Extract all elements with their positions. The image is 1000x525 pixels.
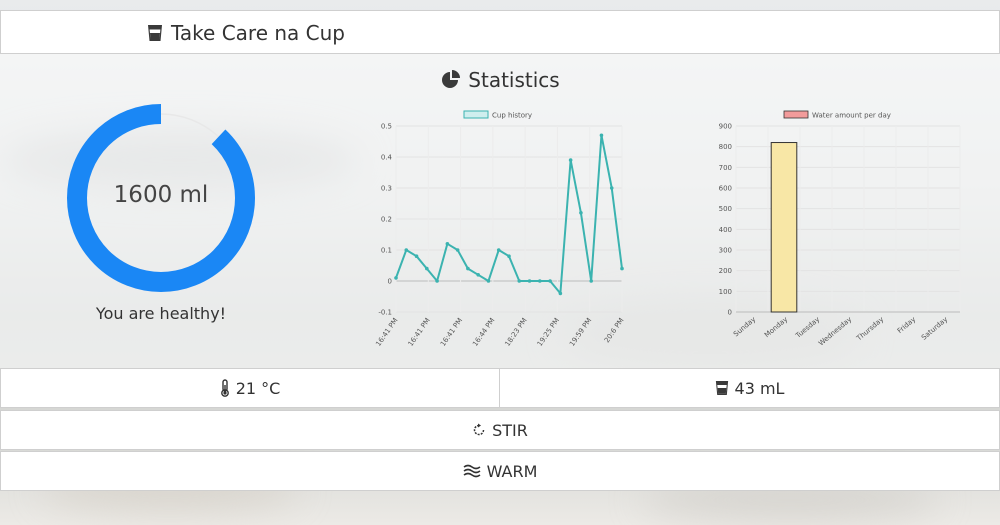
x-tick-label: 19:59 PM bbox=[568, 317, 593, 348]
stir-button[interactable]: STIR bbox=[0, 410, 1000, 450]
data-point bbox=[517, 279, 522, 283]
rotate-icon bbox=[473, 423, 485, 436]
y-tick-label: 0 bbox=[388, 278, 392, 286]
data-point bbox=[435, 279, 439, 283]
data-point bbox=[507, 254, 511, 258]
warm-button[interactable]: WARM bbox=[0, 451, 1000, 491]
cup-icon bbox=[148, 25, 162, 41]
series-line bbox=[395, 134, 623, 295]
y-tick-label: 300 bbox=[719, 247, 732, 255]
y-tick-label: 900 bbox=[719, 123, 732, 131]
health-status-text: You are healthy! bbox=[95, 304, 227, 323]
app-header: Take Care na Cup bbox=[0, 10, 1000, 54]
data-point bbox=[414, 254, 419, 258]
data-point bbox=[455, 248, 460, 252]
data-point bbox=[599, 133, 604, 138]
y-tick-label: 0.4 bbox=[381, 154, 393, 162]
x-tick-label: 20:6 PM bbox=[603, 317, 626, 345]
data-point bbox=[527, 279, 532, 283]
y-tick-label: 700 bbox=[719, 164, 732, 172]
y-tick-label: -0.1 bbox=[378, 309, 392, 317]
data-point bbox=[496, 248, 501, 252]
y-tick-label: 100 bbox=[719, 288, 732, 296]
legend-swatch bbox=[783, 110, 809, 119]
y-tick-label: 400 bbox=[719, 226, 732, 234]
x-tick-label: Wednesday bbox=[817, 315, 853, 347]
volume-value: 43 mL bbox=[734, 378, 785, 398]
y-tick-label: 800 bbox=[719, 143, 732, 151]
volume-readout: 43 mL bbox=[499, 368, 1000, 408]
thermometer-icon bbox=[220, 379, 229, 397]
waves-icon bbox=[463, 464, 481, 478]
bar bbox=[770, 142, 798, 313]
data-point bbox=[394, 276, 398, 280]
x-tick-label: Monday bbox=[763, 315, 789, 339]
app-title: Take Care na Cup bbox=[171, 21, 345, 45]
y-tick-label: 200 bbox=[719, 267, 732, 275]
data-point bbox=[568, 158, 573, 162]
x-tick-label: Thursday bbox=[854, 315, 885, 343]
data-point bbox=[445, 242, 450, 246]
x-tick-label: 16:41 PM bbox=[439, 317, 464, 348]
data-point bbox=[425, 266, 429, 271]
data-point bbox=[404, 248, 409, 252]
statistics-panel: Statistics 1600 ml You are healthy! Cup … bbox=[0, 54, 1000, 368]
data-point bbox=[538, 279, 542, 283]
data-point bbox=[558, 291, 563, 296]
y-tick-label: 0.3 bbox=[381, 185, 392, 193]
statistics-title: Statistics bbox=[468, 68, 560, 92]
y-tick-label: 0 bbox=[728, 309, 732, 317]
temperature-value: 21 °C bbox=[235, 378, 281, 398]
warm-label: WARM bbox=[486, 461, 538, 481]
cup-history-chart: Cup history0.50.40.30.20.10-0.116:41 PM 1… bbox=[374, 110, 626, 348]
y-tick-label: 0.5 bbox=[381, 123, 392, 131]
data-point bbox=[548, 279, 552, 283]
y-tick-label: 600 bbox=[719, 185, 732, 193]
x-tick-label: Friday bbox=[896, 315, 917, 335]
x-tick-label: 16:44 PM bbox=[471, 317, 496, 348]
x-tick-label: Tuesday bbox=[794, 315, 822, 340]
temperature-readout: 21 °C bbox=[0, 368, 500, 408]
pie-chart-icon bbox=[442, 70, 461, 88]
y-tick-label: 0.2 bbox=[381, 216, 392, 224]
cup-icon bbox=[715, 381, 728, 395]
x-tick-label: 16:41 PM bbox=[374, 317, 399, 348]
data-point bbox=[609, 186, 614, 190]
data-point bbox=[466, 266, 470, 271]
y-tick-label: 500 bbox=[719, 205, 732, 213]
data-point bbox=[476, 273, 480, 277]
app-title-group: Take Care na Cup bbox=[147, 21, 345, 45]
data-point bbox=[579, 211, 583, 215]
ring-value-label: 1600 ml bbox=[113, 182, 209, 208]
water-per-day-chart: Water amount per day 900 800 700 600 500 400 30… bbox=[719, 110, 961, 348]
x-tick-label: 18:23 PM bbox=[503, 317, 528, 348]
legend-label: Water amount per day bbox=[812, 112, 891, 120]
statistics-heading: Statistics bbox=[0, 68, 1000, 92]
x-tick-label: 19:25 PM bbox=[536, 317, 561, 348]
x-tick-label: 16:41 PM bbox=[407, 317, 432, 348]
data-point bbox=[486, 279, 491, 283]
legend-swatch bbox=[463, 110, 489, 119]
x-tick-label: Saturday bbox=[920, 315, 949, 341]
data-point bbox=[620, 266, 624, 271]
data-point bbox=[589, 279, 593, 283]
legend-label: Cup history bbox=[492, 112, 532, 120]
stir-label: STIR bbox=[492, 420, 528, 440]
y-tick-label: 0.1 bbox=[381, 247, 392, 255]
x-tick-label: Sunday bbox=[732, 315, 757, 338]
